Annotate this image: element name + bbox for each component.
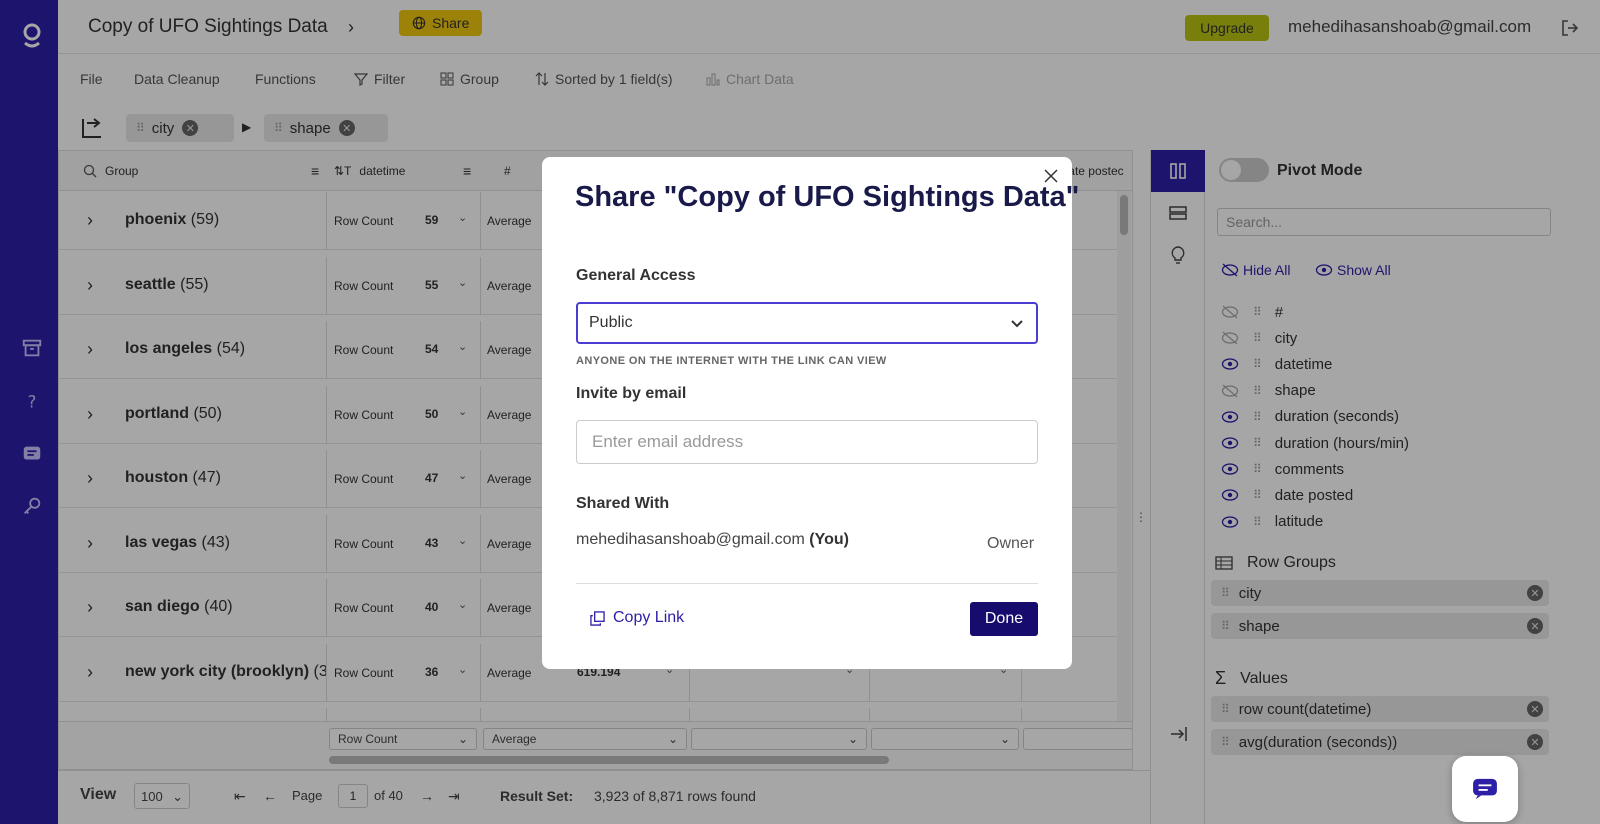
dialog-title: Share "Copy of UFO Sightings Data" [575,181,1080,213]
copy-icon [590,610,605,626]
app-root: ? Copy of UFO Sightings Data › Share Upg… [0,0,1600,824]
access-hint: ANYONE ON THE INTERNET WITH THE LINK CAN… [576,355,887,367]
access-select[interactable]: Public [576,302,1038,344]
shared-user: mehedihasanshoab@gmail.com (You) [576,531,849,549]
done-button[interactable]: Done [970,602,1038,636]
copy-link-button[interactable]: Copy Link [590,609,684,627]
you-label: (You) [809,531,849,548]
access-value: Public [589,314,633,331]
invite-label: Invite by email [576,385,687,402]
share-dialog: Share "Copy of UFO Sightings Data" Gener… [542,157,1079,669]
shared-with-label: Shared With [576,495,670,512]
shared-email: mehedihasanshoab@gmail.com [576,531,805,548]
copy-link-label: Copy Link [613,609,685,626]
support-chat-button[interactable] [1452,756,1518,822]
chevron-down-icon [1011,320,1023,328]
general-access-label: General Access [576,267,696,284]
chat-bubble-icon [1473,778,1497,800]
role-label: Owner [987,535,1035,552]
divider [576,583,1038,584]
invite-email-input[interactable]: Enter email address [576,420,1038,464]
